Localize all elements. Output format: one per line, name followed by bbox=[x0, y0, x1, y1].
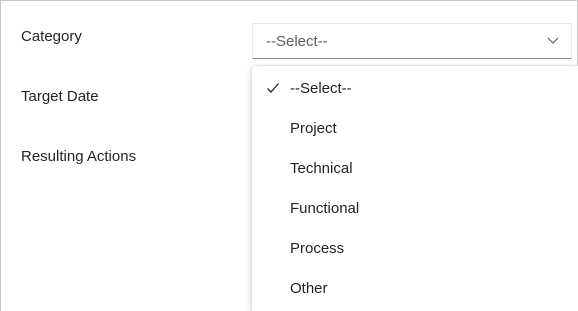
target-date-label: Target Date bbox=[21, 88, 99, 105]
option-label: --Select-- bbox=[290, 80, 352, 97]
option-select[interactable]: --Select-- bbox=[252, 69, 578, 109]
option-project[interactable]: Project bbox=[252, 109, 578, 149]
chevron-down-icon bbox=[545, 32, 561, 48]
category-label: Category bbox=[21, 28, 82, 45]
option-label: Functional bbox=[290, 200, 360, 217]
category-dropdown-list: --Select-- Project Technical Functional … bbox=[252, 66, 578, 311]
option-functional[interactable]: Functional bbox=[252, 189, 578, 229]
option-label: Technical bbox=[290, 160, 353, 177]
form-panel: Category Target Date Resulting Actions -… bbox=[0, 0, 578, 311]
option-process[interactable]: Process bbox=[252, 229, 578, 269]
option-label: Process bbox=[290, 240, 345, 257]
option-technical[interactable]: Technical bbox=[252, 149, 578, 189]
category-select[interactable]: --Select-- bbox=[252, 23, 572, 59]
checkmark-icon bbox=[266, 81, 280, 95]
category-select-value: --Select-- bbox=[266, 33, 328, 50]
option-label: Project bbox=[290, 120, 337, 137]
resulting-actions-label: Resulting Actions bbox=[21, 148, 137, 165]
option-label: Other bbox=[290, 280, 328, 297]
option-other[interactable]: Other bbox=[252, 269, 578, 309]
